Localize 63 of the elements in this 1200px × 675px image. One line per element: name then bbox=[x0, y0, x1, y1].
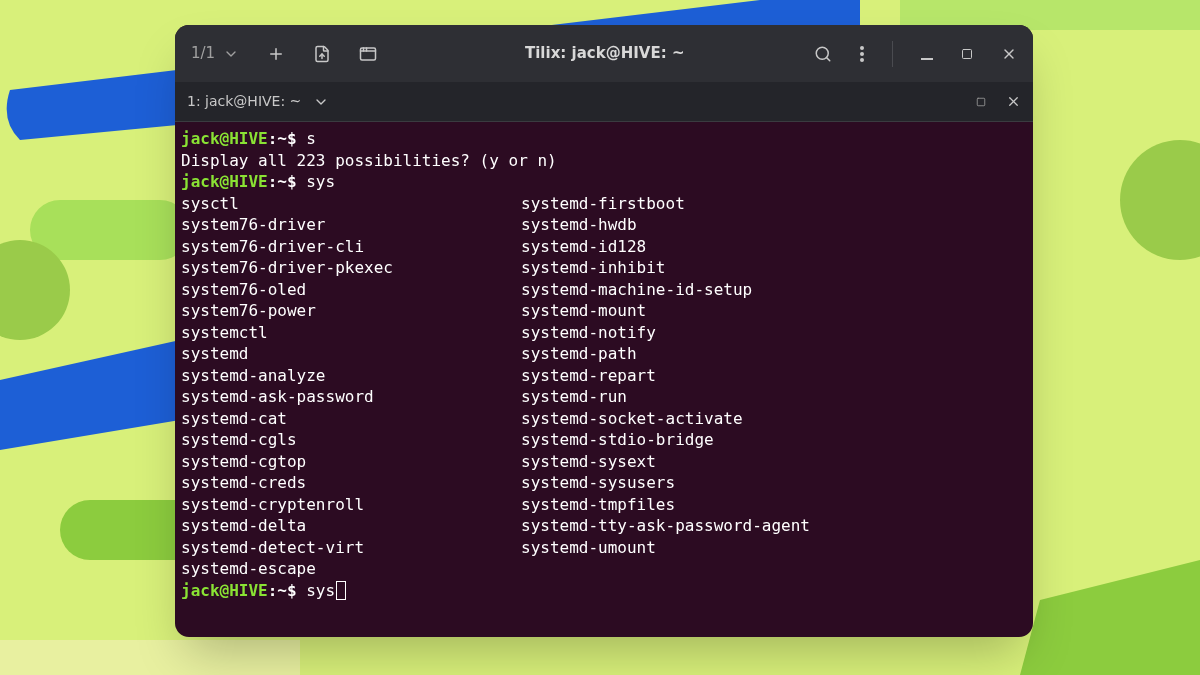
completion-item: systemd-machine-id-setup bbox=[521, 278, 754, 300]
completion-item: systemd-cryptenroll bbox=[181, 493, 366, 515]
completion-item: systemd-sysusers bbox=[521, 472, 677, 494]
command-text: sys bbox=[306, 171, 336, 193]
close-terminal-button[interactable] bbox=[1006, 94, 1021, 109]
completion-item: systemd-sysext bbox=[521, 450, 657, 472]
completion-item: system76-driver-pkexec bbox=[181, 257, 394, 279]
prompt-user-host: jack@HIVE bbox=[181, 579, 268, 601]
completion-item: systemd-ask-password bbox=[181, 386, 375, 408]
completion-item: systemd-notify bbox=[521, 321, 657, 343]
completion-item: systemd-mount bbox=[521, 300, 648, 322]
menu-button[interactable] bbox=[860, 45, 864, 62]
completion-item: system76-driver bbox=[181, 214, 327, 236]
maximize-icon bbox=[976, 96, 986, 107]
completion-item: systemd-delta bbox=[181, 515, 308, 537]
prompt-path: :~$ bbox=[267, 171, 297, 193]
prompt-path: :~$ bbox=[267, 579, 297, 601]
search-icon bbox=[814, 44, 832, 63]
window-icon bbox=[359, 44, 378, 63]
completion-item: systemd bbox=[181, 343, 250, 365]
completion-item: systemd-repart bbox=[521, 364, 657, 386]
completion-item: systemd-inhibit bbox=[521, 257, 667, 279]
completion-item: system76-power bbox=[181, 300, 317, 322]
window-title: Tilix: jack@HIVE: ~ bbox=[525, 43, 685, 65]
output-line: Display all 223 possibilities? (y or n) bbox=[181, 149, 558, 171]
completion-item: systemd-cgtop bbox=[181, 450, 308, 472]
completion-item: systemd-detect-virt bbox=[181, 536, 366, 558]
completion-item: sysctl bbox=[181, 192, 240, 214]
completion-item: systemd-creds bbox=[181, 472, 308, 494]
minimize-icon bbox=[921, 57, 933, 60]
command-text: sys bbox=[306, 579, 336, 601]
completion-item: systemd-cgls bbox=[181, 429, 298, 451]
completion-item: systemd-firstboot bbox=[521, 192, 686, 214]
prompt-user-host: jack@HIVE bbox=[181, 128, 268, 150]
completion-item: systemd-run bbox=[521, 386, 628, 408]
menu-icon bbox=[860, 45, 864, 62]
search-button[interactable] bbox=[814, 44, 832, 63]
file-icon bbox=[313, 44, 332, 63]
completion-item: systemd-analyze bbox=[181, 364, 327, 386]
maximize-icon bbox=[961, 47, 973, 60]
completion-item: systemd-stdio-bridge bbox=[521, 429, 715, 451]
completion-item: systemd-tmpfiles bbox=[521, 493, 677, 515]
completion-item: systemd-umount bbox=[521, 536, 657, 558]
completion-item: systemd-tty-ask-password-agent bbox=[521, 515, 810, 537]
completion-item: systemd-socket-activate bbox=[521, 407, 744, 429]
maximize-button[interactable] bbox=[961, 47, 973, 60]
prompt-path: :~$ bbox=[267, 128, 297, 150]
completion-item: systemd-cat bbox=[181, 407, 288, 429]
completion-item: systemd-hwdb bbox=[521, 214, 638, 236]
completion-item: systemd-id128 bbox=[521, 235, 648, 257]
terminal-title[interactable]: 1: jack@HIVE: ~ bbox=[187, 91, 330, 112]
completion-item: system76-oled bbox=[181, 278, 308, 300]
command-text: s bbox=[306, 128, 316, 150]
completion-item: system76-driver-cli bbox=[181, 235, 366, 257]
add-down-button[interactable] bbox=[359, 44, 378, 63]
add-right-button[interactable] bbox=[313, 44, 332, 63]
completion-item: systemctl bbox=[181, 321, 269, 343]
prompt-user-host: jack@HIVE bbox=[181, 171, 268, 193]
close-icon bbox=[1006, 94, 1021, 109]
session-switcher[interactable]: 1/1 bbox=[191, 42, 240, 65]
completion-item: systemd-escape bbox=[181, 558, 317, 580]
maximize-terminal-button[interactable] bbox=[976, 96, 986, 107]
completion-item: systemd-path bbox=[521, 343, 638, 365]
